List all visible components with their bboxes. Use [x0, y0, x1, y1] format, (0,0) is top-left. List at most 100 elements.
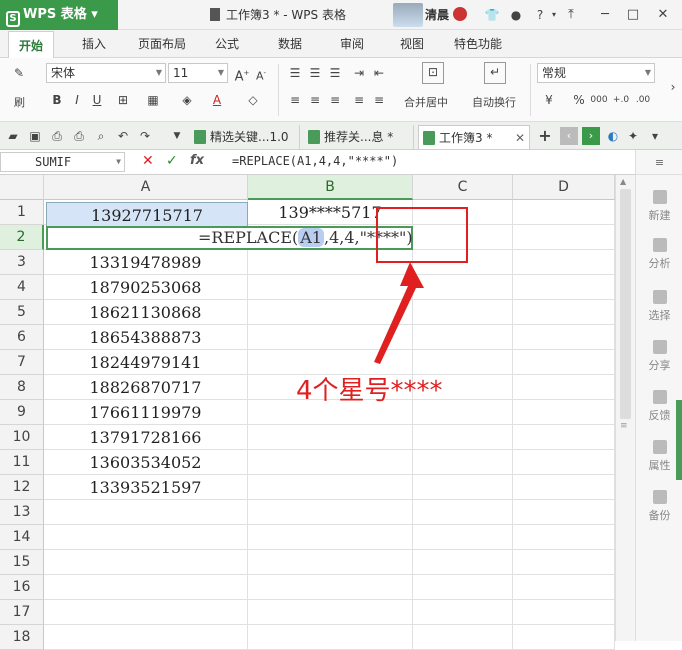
underline-icon[interactable]: U: [88, 91, 106, 109]
currency-icon[interactable]: ¥: [540, 91, 558, 109]
align-left-icon[interactable]: ≡: [286, 91, 304, 109]
name-box[interactable]: SUMIF ▼: [0, 152, 125, 172]
side-item-analyze[interactable]: 分析: [636, 238, 682, 271]
undo-icon[interactable]: ↶: [114, 127, 132, 145]
grid-cell[interactable]: [248, 625, 413, 650]
grid-cell[interactable]: [513, 475, 615, 500]
confirm-formula-icon[interactable]: ✓: [166, 153, 178, 169]
open-icon[interactable]: ▰: [4, 127, 22, 145]
grid-cell[interactable]: [513, 250, 615, 275]
grid-cell[interactable]: [413, 575, 513, 600]
cancel-formula-icon[interactable]: ✕: [142, 153, 154, 169]
redo-icon[interactable]: ↷: [136, 127, 154, 145]
tab-insert[interactable]: 插入: [82, 30, 106, 58]
grid-cell[interactable]: [513, 450, 615, 475]
tab-data[interactable]: 数据: [278, 30, 302, 58]
column-header-a[interactable]: A: [44, 175, 248, 200]
tab-page-layout[interactable]: 页面布局: [138, 30, 186, 58]
save-icon[interactable]: ▣: [26, 127, 44, 145]
grid-cell[interactable]: [248, 425, 413, 450]
grid-cell[interactable]: [44, 600, 248, 625]
column-header-d[interactable]: D: [513, 175, 615, 200]
outdent-icon[interactable]: ⇤: [370, 64, 388, 82]
row-header[interactable]: 16: [0, 575, 44, 600]
decrease-decimal-icon[interactable]: .00: [634, 91, 652, 109]
side-item-share[interactable]: 分享: [636, 340, 682, 373]
grid-cell[interactable]: [413, 475, 513, 500]
align-right-icon[interactable]: ≡: [326, 91, 344, 109]
cell-a4[interactable]: 18790253068: [44, 275, 248, 300]
tab-special[interactable]: 特色功能: [454, 30, 502, 58]
shirt-icon[interactable]: 👕: [484, 7, 500, 23]
select-all-corner[interactable]: [0, 175, 44, 200]
number-format-select[interactable]: 常规 ▼: [537, 63, 655, 83]
tab-next-icon[interactable]: ›: [582, 127, 600, 145]
wrap-text-label[interactable]: 自动换行: [472, 94, 516, 110]
row-header[interactable]: 3: [0, 250, 44, 275]
row-header[interactable]: 10: [0, 425, 44, 450]
row-header[interactable]: 2: [0, 225, 44, 250]
grid-cell[interactable]: [513, 575, 615, 600]
export-pdf-icon[interactable]: ⎙: [48, 127, 66, 145]
avatar[interactable]: [453, 7, 467, 21]
grid-cell[interactable]: [248, 550, 413, 575]
merge-center-icon[interactable]: ⊡: [422, 62, 444, 84]
grid-cell[interactable]: [413, 550, 513, 575]
grid-cell[interactable]: [248, 575, 413, 600]
tab-formulas[interactable]: 公式: [215, 30, 239, 58]
grid-cell[interactable]: [248, 450, 413, 475]
grid-cell[interactable]: [413, 450, 513, 475]
minimize-icon[interactable]: ─: [597, 7, 613, 23]
grid-cell[interactable]: [513, 425, 615, 450]
formula-input[interactable]: =REPLACE(A1,4,4,"****"): [232, 154, 398, 168]
quick-access-dropdown-icon[interactable]: ▼: [168, 127, 186, 145]
grid-cell[interactable]: [413, 425, 513, 450]
side-item-backup[interactable]: 备份: [636, 490, 682, 523]
font-color-icon[interactable]: A: [208, 91, 226, 109]
row-header[interactable]: 1: [0, 200, 44, 225]
grid-cell[interactable]: [413, 525, 513, 550]
app-menu-button[interactable]: S WPS 表格 ▾: [0, 0, 118, 30]
grid-cell[interactable]: [413, 500, 513, 525]
toolbar-scroll-right-icon[interactable]: ›: [664, 78, 682, 96]
doc-tab-active[interactable]: 工作簿3 * ✕: [418, 125, 530, 149]
row-header[interactable]: 15: [0, 550, 44, 575]
print-icon[interactable]: ⎙: [70, 127, 88, 145]
grid-cell[interactable]: [513, 300, 615, 325]
scroll-thumb[interactable]: [620, 189, 631, 419]
italic-icon[interactable]: I: [68, 91, 86, 109]
row-header[interactable]: 6: [0, 325, 44, 350]
decrease-font-icon[interactable]: A-: [252, 64, 270, 83]
grid-cell[interactable]: [513, 500, 615, 525]
fullscreen-icon[interactable]: ⤒: [563, 7, 579, 23]
percent-icon[interactable]: %: [570, 91, 588, 109]
cell-editor[interactable]: =REPLACE(A1,4,4,"****"): [46, 226, 413, 250]
row-header[interactable]: 12: [0, 475, 44, 500]
side-panel-toggle[interactable]: [676, 400, 682, 480]
chat-icon[interactable]: ●: [508, 7, 524, 23]
wrap-text-icon[interactable]: ↵: [484, 62, 506, 84]
border-icon[interactable]: ⊞: [114, 91, 132, 109]
doc-tab[interactable]: 推荐关...息 *: [304, 125, 414, 149]
grid-cell[interactable]: [513, 375, 615, 400]
settings-icon[interactable]: ✦: [624, 127, 642, 145]
grid-cell[interactable]: [44, 625, 248, 650]
cell-a7[interactable]: 18244979141: [44, 350, 248, 375]
grid-cell[interactable]: [248, 600, 413, 625]
close-icon[interactable]: ✕: [655, 7, 671, 23]
grid-cell[interactable]: [44, 550, 248, 575]
cell-a5[interactable]: 18621130868: [44, 300, 248, 325]
scroll-split-icon[interactable]: ≡: [620, 421, 628, 431]
distribute-icon[interactable]: ≡: [370, 91, 388, 109]
merge-center-label[interactable]: 合并居中: [404, 94, 448, 110]
grid-cell[interactable]: [413, 625, 513, 650]
row-header[interactable]: 13: [0, 500, 44, 525]
menu-icon[interactable]: ▾: [646, 127, 664, 145]
increase-decimal-icon[interactable]: +.0: [612, 91, 630, 109]
grid-cell[interactable]: [513, 400, 615, 425]
thousands-icon[interactable]: 000: [590, 91, 608, 109]
format-painter-icon[interactable]: ✎: [10, 64, 28, 82]
grid-cell[interactable]: [513, 225, 615, 250]
cell-a9[interactable]: 17661119979: [44, 400, 248, 425]
increase-font-icon[interactable]: A+: [233, 64, 251, 84]
